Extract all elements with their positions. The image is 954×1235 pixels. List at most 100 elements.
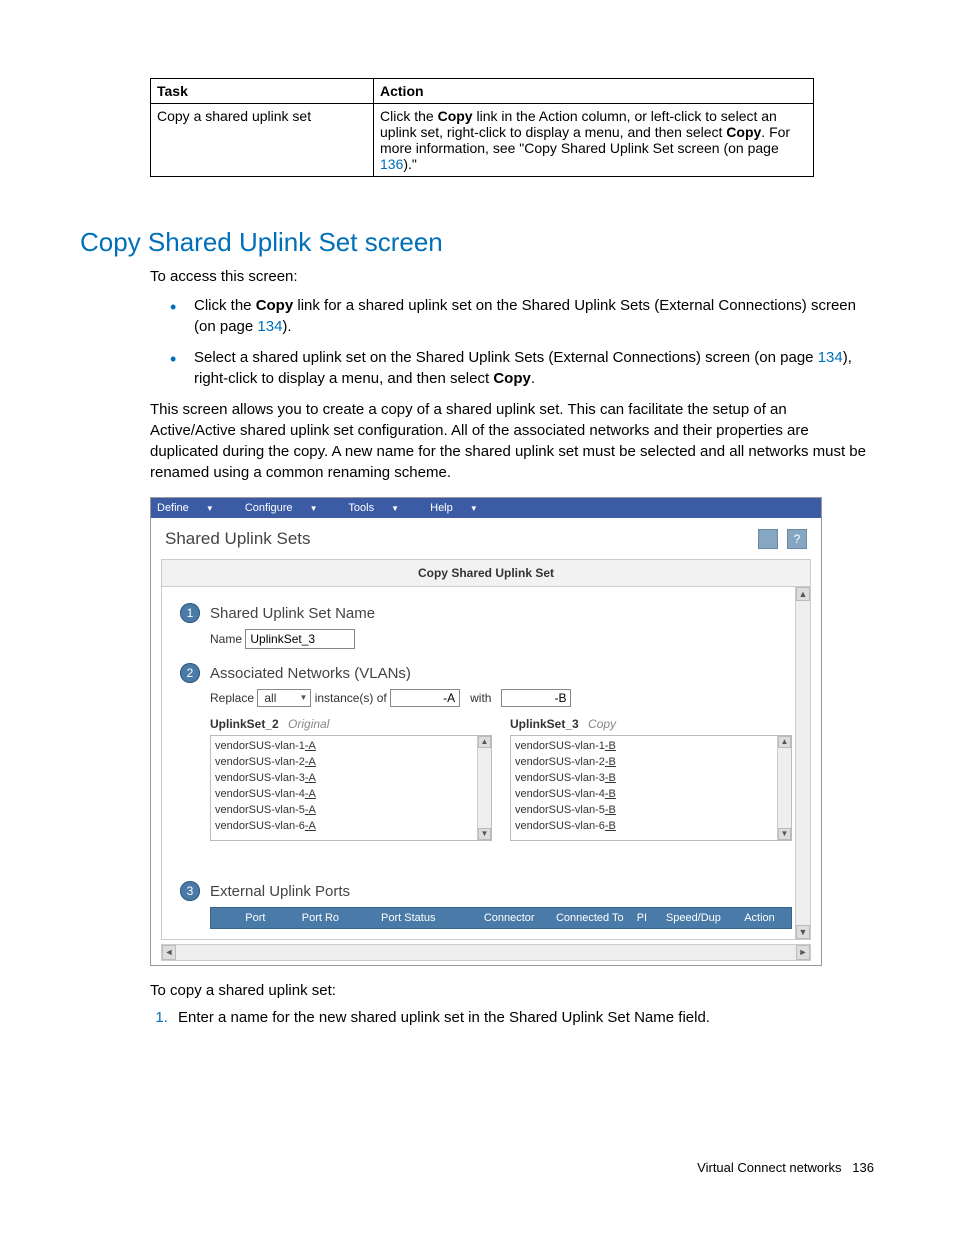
col-port-status: Port Status: [351, 912, 466, 924]
task-action-table: Task Action Copy a shared uplink set Cli…: [150, 78, 814, 177]
help-icon[interactable]: ?: [787, 529, 807, 549]
menubar: Define ▼ Configure ▼ Tools ▼ Help ▼: [151, 498, 821, 518]
menu-help[interactable]: Help ▼: [430, 502, 492, 514]
chevron-down-icon: ▼: [391, 504, 399, 513]
scroll-right-icon[interactable]: ►: [796, 945, 810, 960]
th-action: Action: [374, 79, 814, 104]
list-item[interactable]: vendorSUS-vlan-4-A: [215, 786, 477, 802]
uplink-name-input[interactable]: [245, 629, 355, 649]
footer-page-number: 136: [852, 1160, 874, 1175]
list-item[interactable]: vendorSUS-vlan-5-B: [515, 802, 777, 818]
col-connected-to: Connected To: [550, 912, 631, 924]
text: Click the: [380, 108, 438, 124]
scroll-down-icon[interactable]: ▼: [778, 828, 791, 840]
copy-networks-list[interactable]: vendorSUS-vlan-1-BvendorSUS-vlan-2-Bvend…: [510, 735, 792, 841]
screenshot-container: Define ▼ Configure ▼ Tools ▼ Help ▼ Shar…: [150, 497, 822, 966]
replace-to-input[interactable]: [501, 689, 571, 707]
menu-configure[interactable]: Configure ▼: [245, 502, 332, 514]
col-port: Port: [215, 912, 296, 924]
name-label: Name: [210, 632, 242, 646]
orig-head: UplinkSet_2: [210, 717, 279, 731]
step-1-title: Shared Uplink Set Name: [210, 605, 375, 622]
description-paragraph: This screen allows you to create a copy …: [150, 399, 874, 483]
list-item[interactable]: vendorSUS-vlan-5-A: [215, 802, 477, 818]
menu-tools[interactable]: Tools ▼: [348, 502, 413, 514]
list-vscrollbar[interactable]: ▲ ▼: [777, 736, 791, 840]
list-item[interactable]: vendorSUS-vlan-3-A: [215, 770, 477, 786]
with-label: with: [470, 691, 491, 705]
scroll-up-icon[interactable]: ▲: [778, 736, 791, 748]
orig-tag: Original: [288, 717, 329, 731]
step-1-badge: 1: [180, 603, 200, 623]
copy-head: UplinkSet_3: [510, 717, 579, 731]
label: Help: [430, 502, 453, 514]
page-link-134[interactable]: 134: [257, 318, 282, 335]
list-item[interactable]: vendorSUS-vlan-2-B: [515, 754, 777, 770]
chevron-down-icon: ▼: [310, 504, 318, 513]
list-item[interactable]: vendorSUS-vlan-6-A: [215, 818, 477, 834]
menu-define[interactable]: Define ▼: [157, 502, 228, 514]
intro-text: To access this screen:: [150, 266, 874, 287]
col-port-role: Port Ro: [296, 912, 351, 924]
td-task: Copy a shared uplink set: [151, 104, 374, 177]
page-link-134-b[interactable]: 134: [818, 349, 843, 366]
replace-label: Replace: [210, 691, 254, 705]
footer-text: Virtual Connect networks: [697, 1160, 841, 1175]
text: ).": [403, 156, 417, 172]
chevron-down-icon: ▼: [206, 504, 214, 513]
replace-scope-select[interactable]: all: [257, 689, 311, 707]
text: ).: [282, 318, 291, 335]
page-link-136[interactable]: 136: [380, 156, 403, 172]
bullet-1: Click the Copy link for a shared uplink …: [170, 295, 874, 337]
list-vscrollbar[interactable]: ▲ ▼: [477, 736, 491, 840]
page-footer: Virtual Connect networks 136: [697, 1160, 874, 1175]
copy-tag: Copy: [588, 717, 616, 731]
col-connector: Connector: [478, 912, 550, 924]
panel-vscrollbar[interactable]: ▲ ▼: [795, 587, 810, 939]
replace-from-input[interactable]: [390, 689, 460, 707]
text: Click the: [194, 297, 256, 314]
panel-header: Copy Shared Uplink Set: [162, 560, 810, 587]
screen-title: Shared Uplink Sets: [165, 529, 311, 549]
text: link for a shared uplink set on the Shar…: [194, 297, 856, 335]
scroll-down-icon[interactable]: ▼: [478, 828, 491, 840]
label: Configure: [245, 502, 293, 514]
bullet-2: Select a shared uplink set on the Shared…: [170, 347, 874, 389]
text: .: [531, 370, 535, 387]
ports-table-header: Port Port Ro Port Status Connector Conne…: [210, 907, 792, 929]
list-item[interactable]: vendorSUS-vlan-2-A: [215, 754, 477, 770]
td-action: Click the Copy link in the Action column…: [374, 104, 814, 177]
label: Define: [157, 502, 189, 514]
chevron-down-icon: ▼: [470, 504, 478, 513]
scroll-up-icon[interactable]: ▲: [796, 587, 810, 601]
copy-panel: Copy Shared Uplink Set ▲ ▼ 1 Shared Upli…: [161, 559, 811, 940]
to-copy-text: To copy a shared uplink set:: [150, 980, 874, 1001]
bold-copy-1: Copy: [438, 108, 473, 124]
list-item[interactable]: vendorSUS-vlan-1-A: [215, 738, 477, 754]
instances-label: instance(s) of: [315, 691, 387, 705]
col-speed-dup: Speed/Dup: [660, 912, 732, 924]
scroll-left-icon[interactable]: ◄: [162, 945, 176, 960]
list-item[interactable]: vendorSUS-vlan-6-B: [515, 818, 777, 834]
col-action: Action: [732, 912, 787, 924]
list-item[interactable]: vendorSUS-vlan-3-B: [515, 770, 777, 786]
col-pi: PI: [631, 912, 660, 924]
step-item-1: Enter a name for the new shared uplink s…: [172, 1009, 874, 1026]
access-bullets: Click the Copy link for a shared uplink …: [170, 295, 874, 389]
step-3-title: External Uplink Ports: [210, 883, 350, 900]
scroll-down-icon[interactable]: ▼: [796, 925, 810, 939]
step-2-badge: 2: [180, 663, 200, 683]
th-task: Task: [151, 79, 374, 104]
section-heading: Copy Shared Uplink Set screen: [80, 227, 874, 258]
list-item[interactable]: vendorSUS-vlan-1-B: [515, 738, 777, 754]
step-3-badge: 3: [180, 881, 200, 901]
print-icon[interactable]: [758, 529, 778, 549]
panel-hscrollbar[interactable]: ◄ ►: [161, 944, 811, 961]
original-networks-list[interactable]: vendorSUS-vlan-1-AvendorSUS-vlan-2-Avend…: [210, 735, 492, 841]
bold-copy-2: Copy: [726, 124, 761, 140]
list-item[interactable]: vendorSUS-vlan-4-B: [515, 786, 777, 802]
text: Select a shared uplink set on the Shared…: [194, 349, 818, 366]
steps-list: Enter a name for the new shared uplink s…: [150, 1009, 874, 1026]
label: Tools: [348, 502, 374, 514]
scroll-up-icon[interactable]: ▲: [478, 736, 491, 748]
